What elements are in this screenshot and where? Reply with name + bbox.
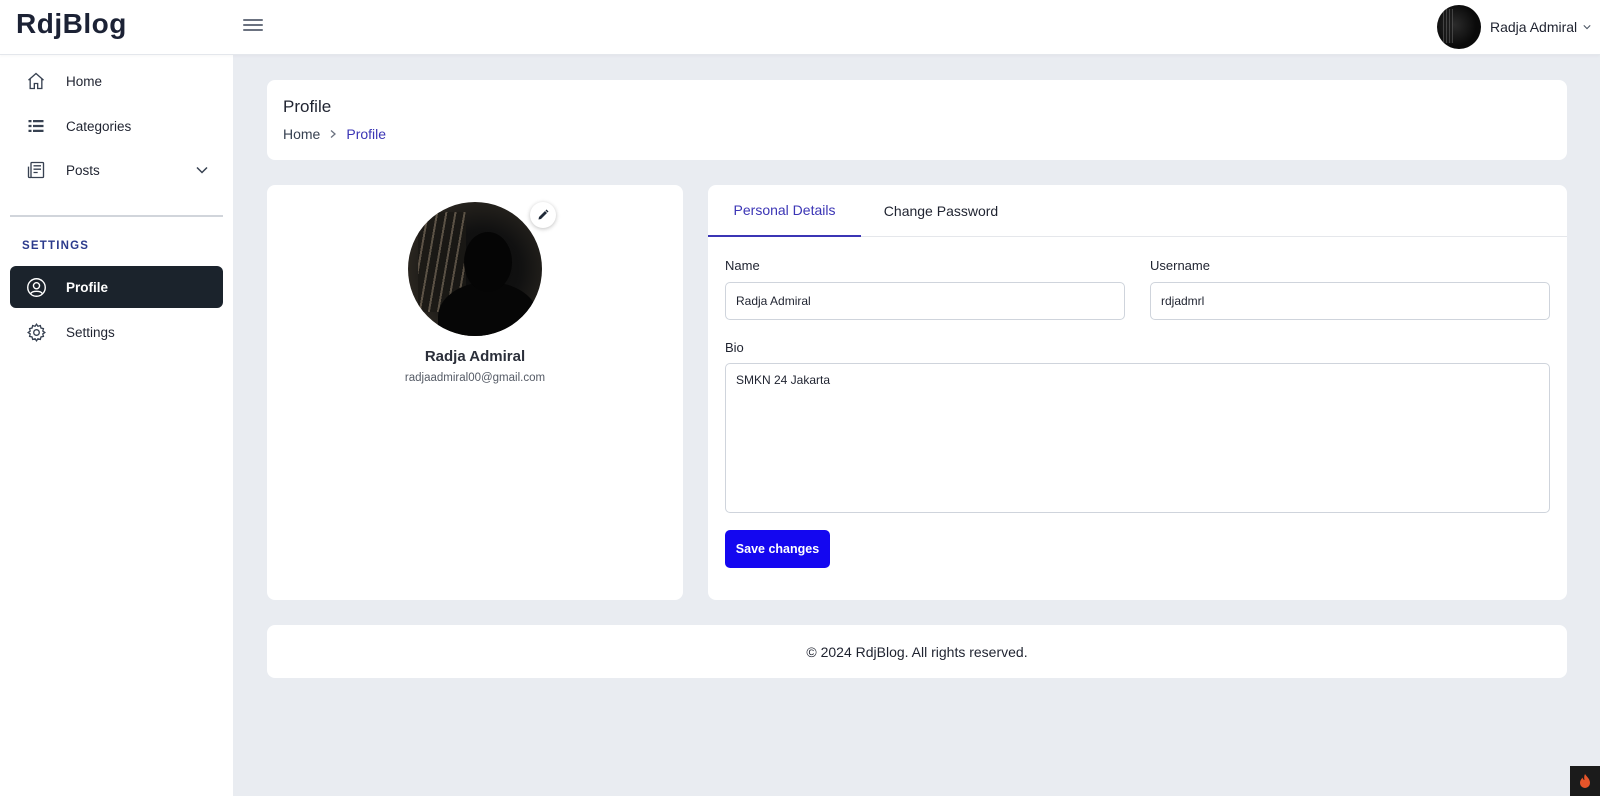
bio-label: Bio (725, 340, 744, 355)
page-title: Profile (283, 97, 332, 116)
sidebar-section-title: SETTINGS (22, 240, 90, 252)
save-changes-button[interactable]: Save changes (725, 530, 830, 568)
sidebar-item-categories[interactable]: Categories (10, 105, 223, 147)
breadcrumb-current: Profile (346, 126, 387, 142)
sidebar-item-home[interactable]: Home (10, 60, 223, 102)
footer: © 2024 RdjBlog. All rights reserved. (267, 625, 1567, 678)
sidebar-item-label: Profile (66, 279, 109, 295)
flame-icon[interactable] (1570, 766, 1600, 796)
sidebar-item-label: Home (66, 73, 103, 89)
profile-summary-card: Radja Admiral radjaadmiral00@gmail.com (267, 185, 683, 600)
pencil-icon (538, 209, 549, 220)
footer-copyright: © 2024 RdjBlog. All rights reserved. (806, 643, 1028, 660)
brand-logo[interactable]: RdjBlog (16, 8, 127, 40)
sidebar-divider (10, 215, 223, 217)
list-icon (25, 115, 47, 137)
menu-toggle-icon[interactable] (243, 16, 263, 36)
sidebar: Home Categories Posts SETTINGS Profile S… (0, 55, 233, 796)
chevron-down-icon (1583, 25, 1591, 30)
name-input[interactable] (725, 282, 1125, 320)
breadcrumb-home-link[interactable]: Home (283, 126, 320, 142)
chevron-right-icon (330, 130, 337, 138)
profile-avatar (408, 202, 542, 336)
tab-personal-details[interactable]: Personal Details (708, 185, 861, 237)
bio-textarea[interactable]: SMKN 24 Jakarta (725, 363, 1550, 513)
user-name: Radja Admiral (1490, 19, 1578, 35)
home-icon (25, 70, 47, 92)
avatar (1437, 5, 1481, 49)
sidebar-item-posts[interactable]: Posts (10, 149, 223, 191)
username-input[interactable] (1150, 282, 1550, 320)
tab-change-password[interactable]: Change Password (861, 185, 1021, 237)
top-header: RdjBlog Radja Admiral (0, 0, 1600, 55)
edit-avatar-button[interactable] (530, 202, 556, 228)
chevron-down-icon (196, 166, 208, 174)
sidebar-item-profile[interactable]: Profile (10, 266, 223, 308)
sidebar-item-label: Posts (66, 162, 100, 178)
sidebar-item-settings[interactable]: Settings (10, 311, 223, 353)
user-menu[interactable]: Radja Admiral (1400, 5, 1600, 49)
page-header-card: Profile Home Profile (267, 80, 1567, 160)
profile-name: Radja Admiral (424, 348, 526, 365)
gear-icon (25, 321, 47, 343)
breadcrumb: Home Profile (283, 126, 386, 142)
name-label: Name (725, 258, 760, 273)
profile-email: radjaadmiral00@gmail.com (404, 372, 546, 384)
document-icon (25, 159, 47, 181)
user-circle-icon (25, 276, 47, 298)
sidebar-item-label: Categories (66, 118, 132, 134)
profile-tabs: Personal Details Change Password (708, 185, 1567, 237)
username-label: Username (1150, 258, 1210, 273)
profile-details-card: Personal Details Change Password Name Us… (708, 185, 1567, 600)
sidebar-item-label: Settings (66, 324, 115, 340)
